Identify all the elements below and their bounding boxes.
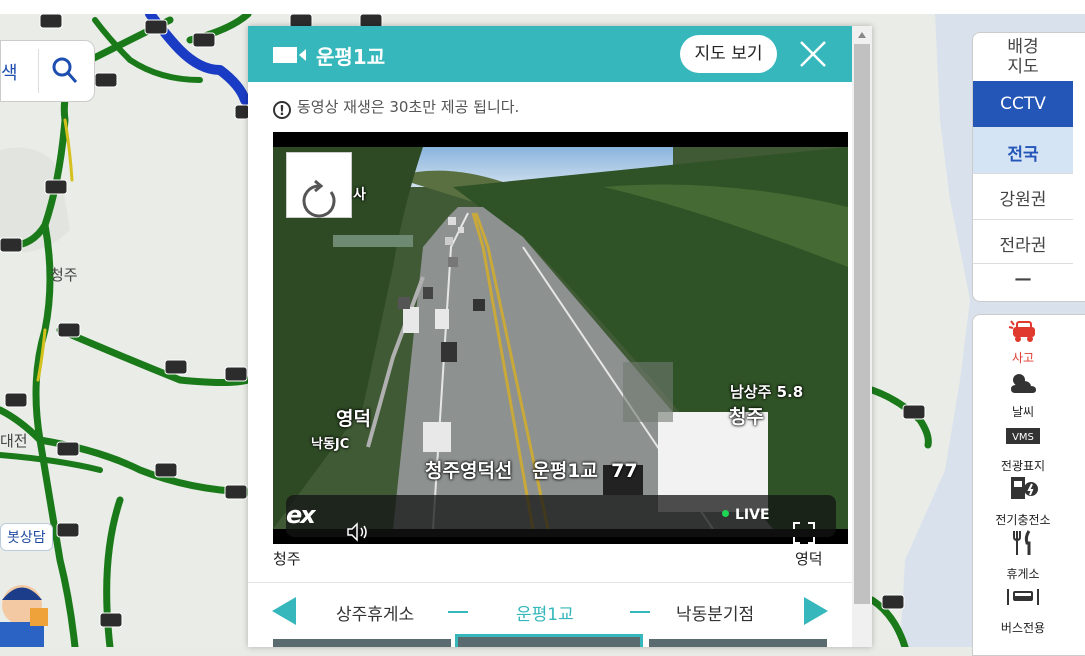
divider <box>973 173 1073 174</box>
scroll-thumb[interactable] <box>854 44 870 604</box>
close-icon[interactable] <box>798 39 828 69</box>
region-all[interactable]: 전국 <box>973 140 1073 165</box>
collapse-button[interactable]: — <box>973 269 1073 289</box>
direction-right: 영덕 <box>795 550 823 568</box>
modal-header: 운평1교 지도 보기 <box>248 26 852 82</box>
thumbnail-prev[interactable] <box>273 639 451 647</box>
live-badge: LIVE <box>722 507 770 523</box>
overlay-nakdong-jc: 낙동JC <box>311 437 350 452</box>
camera-icon <box>273 45 309 69</box>
modal-scrollbar[interactable] <box>852 26 872 647</box>
map-layer-toggles: 사고 날씨 VMS 전광표지 전기충전소 휴게소 버스전용 <box>972 314 1085 656</box>
divider <box>38 49 39 93</box>
overlay-sign-text: 사 <box>353 187 366 203</box>
top-bar <box>0 0 1085 14</box>
modal-title: 운평1교 <box>316 45 386 69</box>
divider <box>973 219 1073 220</box>
next-camera-arrow-icon[interactable] <box>804 597 828 625</box>
video-controls: ex LIVE <box>286 495 836 544</box>
search-label[interactable]: 색 <box>1 59 18 85</box>
layer-accident[interactable]: 사고 <box>973 349 1073 366</box>
cctv-modal: 운평1교 지도 보기 ! 동영상 재생은 30초만 제공 됩니다. 사 영덕 낙… <box>248 26 872 647</box>
notice-text: 동영상 재생은 30초만 제공 됩니다. <box>297 98 520 116</box>
view-map-button[interactable]: 지도 보기 <box>680 35 777 73</box>
region-jeolla[interactable]: 전라권 <box>973 231 1073 256</box>
map-label-cheongju: 청주 <box>50 266 78 284</box>
basemap-button[interactable]: 배경 지도 <box>973 37 1073 77</box>
layer-ev-charger[interactable]: 전기충전소 <box>973 511 1073 528</box>
overlay-youngdeok: 영덕 <box>336 408 371 430</box>
region-gangwon[interactable]: 강원권 <box>973 185 1073 210</box>
direction-left: 청주 <box>273 550 301 568</box>
overlay-namsangju: 남상주 5.8 <box>730 383 804 401</box>
layer-weather[interactable]: 날씨 <box>973 403 1073 420</box>
divider <box>630 611 650 613</box>
thumbnail-current[interactable] <box>455 634 643 647</box>
bus-lane-icon[interactable] <box>1005 583 1041 611</box>
thumbnail-next[interactable] <box>649 639 827 647</box>
search-icon[interactable] <box>51 56 79 90</box>
ev-charger-icon[interactable] <box>1005 475 1041 503</box>
overlay-cheongju: 청주 <box>729 406 764 428</box>
layer-vms[interactable]: 전광표지 <box>973 457 1073 474</box>
layer-panel: 배경 지도 CCTV 전국 강원권 전라권 — <box>972 32 1085 302</box>
divider <box>448 611 468 613</box>
divider <box>973 263 1073 264</box>
camera-thumbnails <box>273 634 848 647</box>
refresh-icon[interactable] <box>287 168 351 232</box>
refresh-button[interactable] <box>286 152 352 218</box>
svg-text:VMS: VMS <box>1012 432 1034 443</box>
playback-notice: ! 동영상 재생은 30초만 제공 됩니다. <box>273 96 519 119</box>
prev-camera-arrow-icon[interactable] <box>272 597 296 625</box>
scroll-up-icon[interactable] <box>858 32 866 38</box>
map-search-box[interactable]: 색 <box>0 40 95 102</box>
rest-area-icon[interactable] <box>1005 529 1041 557</box>
cctv-video-player[interactable]: 사 영덕 낙동JC 남상주 5.8 청주 청주영덕선 운평1교 77 ex LI… <box>273 132 848 544</box>
map-place-tag[interactable]: 봇상담 <box>0 523 53 551</box>
ex-logo: ex <box>286 501 316 529</box>
layer-bus-lane[interactable]: 버스전용 <box>973 619 1073 636</box>
prev-camera-link[interactable]: 상주휴게소 <box>336 600 414 625</box>
weather-icon[interactable] <box>1005 369 1041 397</box>
overlay-caption: 청주영덕선 운평1교 77 <box>425 460 638 482</box>
info-icon: ! <box>273 101 291 119</box>
cctv-tab[interactable]: CCTV <box>973 94 1073 114</box>
accident-icon[interactable] <box>1005 317 1041 345</box>
map-label-daejeon: 대전 <box>0 432 28 450</box>
layer-rest-area[interactable]: 휴게소 <box>973 565 1073 582</box>
current-camera: 운평1교 <box>516 605 574 625</box>
vms-icon[interactable]: VMS <box>1005 423 1041 451</box>
next-camera-link[interactable]: 낙동분기점 <box>676 600 754 625</box>
